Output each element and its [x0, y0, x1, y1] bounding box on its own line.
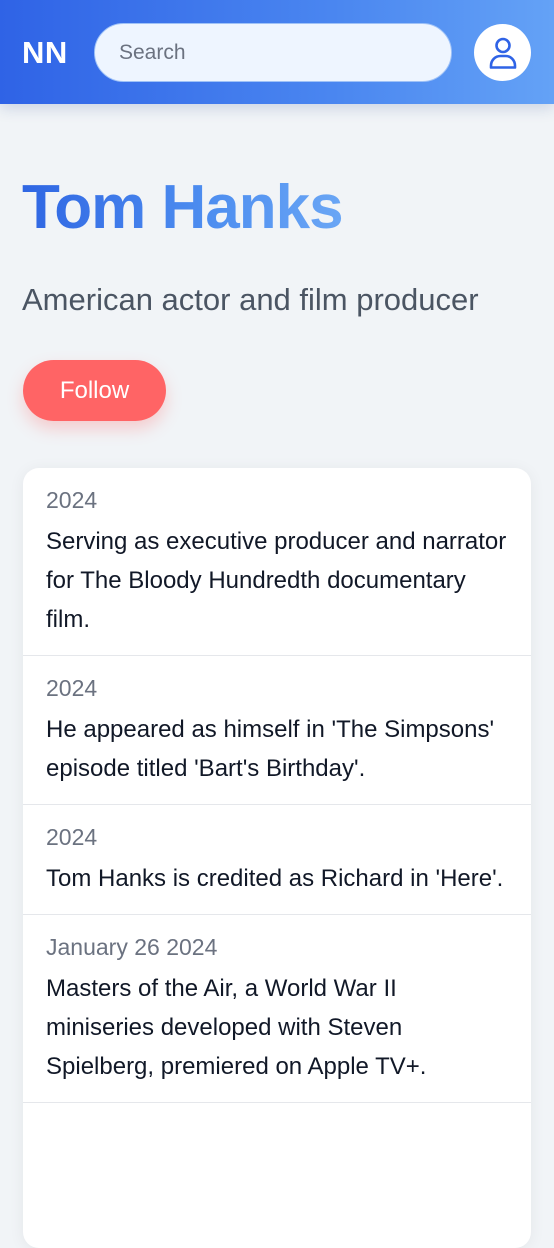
timeline-entry[interactable]: January 26 2024 Masters of the Air, a Wo…	[23, 915, 531, 1103]
entry-date: January 26 2024	[46, 934, 218, 960]
entry-text: He appeared as himself in 'The Simpsons'…	[46, 716, 495, 782]
search-input[interactable]	[94, 23, 452, 82]
entry-text: Serving as executive producer and narrat…	[46, 528, 507, 633]
entry-text: Masters of the Air, a World War II minis…	[46, 975, 427, 1080]
profile-button[interactable]	[474, 24, 531, 81]
page-title: Tom Hanks	[22, 170, 344, 246]
top-bar: NN	[0, 0, 554, 104]
user-icon	[489, 37, 516, 69]
entry-date: 2024	[46, 824, 98, 850]
timeline-entry[interactable]: 2024 He appeared as himself in 'The Simp…	[23, 656, 531, 805]
site-logo[interactable]: NN	[22, 33, 68, 73]
page-subtitle: American actor and film producer	[22, 282, 479, 317]
entry-date: 2024	[46, 487, 98, 513]
timeline-entry[interactable]: 2024 Serving as executive producer and n…	[23, 468, 531, 656]
timeline-card: 2024 Serving as executive producer and n…	[23, 468, 531, 1248]
entry-date: 2024	[46, 675, 98, 701]
entry-text: Tom Hanks is credited as Richard in 'Her…	[46, 865, 504, 892]
follow-button[interactable]: Follow	[23, 360, 166, 421]
timeline-entry[interactable]: 2024 Tom Hanks is credited as Richard in…	[23, 805, 531, 915]
